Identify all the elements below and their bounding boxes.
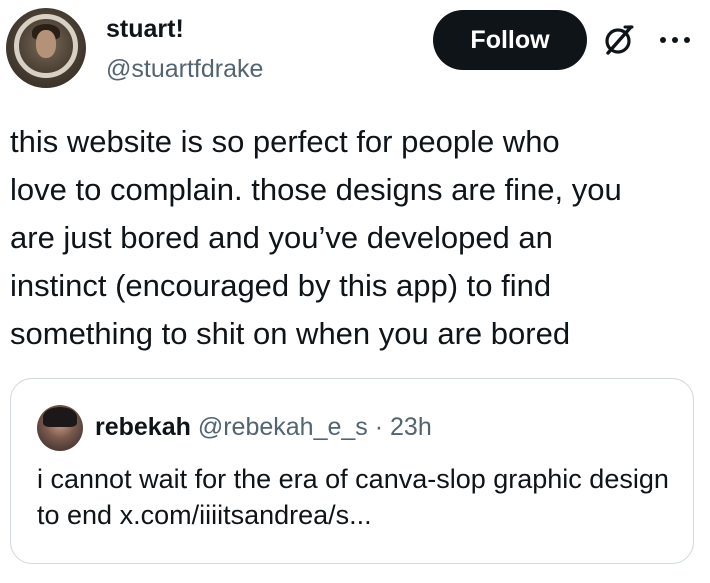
author-handle[interactable]: @stuartfdrake (106, 54, 263, 84)
quoted-separator: · (374, 413, 384, 441)
author-display-name[interactable]: stuart! (106, 14, 184, 44)
more-horizontal-icon[interactable] (655, 22, 695, 58)
quoted-tweet-card[interactable]: rebekah @rebekah_e_s · 23h i cannot wait… (10, 378, 694, 564)
quoted-author-handle[interactable]: @rebekah_e_s (198, 413, 368, 441)
quoted-author-display-name[interactable]: rebekah (95, 413, 191, 441)
tweet-text: this website is so perfect for people wh… (10, 124, 622, 351)
author-avatar[interactable] (6, 8, 86, 88)
avatar-face (36, 30, 56, 58)
follow-button[interactable]: Follow (433, 10, 587, 70)
quoted-author-avatar[interactable] (37, 405, 83, 451)
grok-slash-circle-icon[interactable] (601, 22, 637, 58)
quoted-avatar-hair (43, 407, 77, 427)
quoted-tweet-header: rebekah @rebekah_e_s · 23h (95, 411, 432, 443)
tweet: stuart! @stuartfdrake Follow this websit… (0, 0, 710, 583)
quoted-tweet-text: i cannot wait for the era of canva-slop … (37, 464, 669, 530)
quoted-timestamp[interactable]: 23h (390, 413, 432, 441)
